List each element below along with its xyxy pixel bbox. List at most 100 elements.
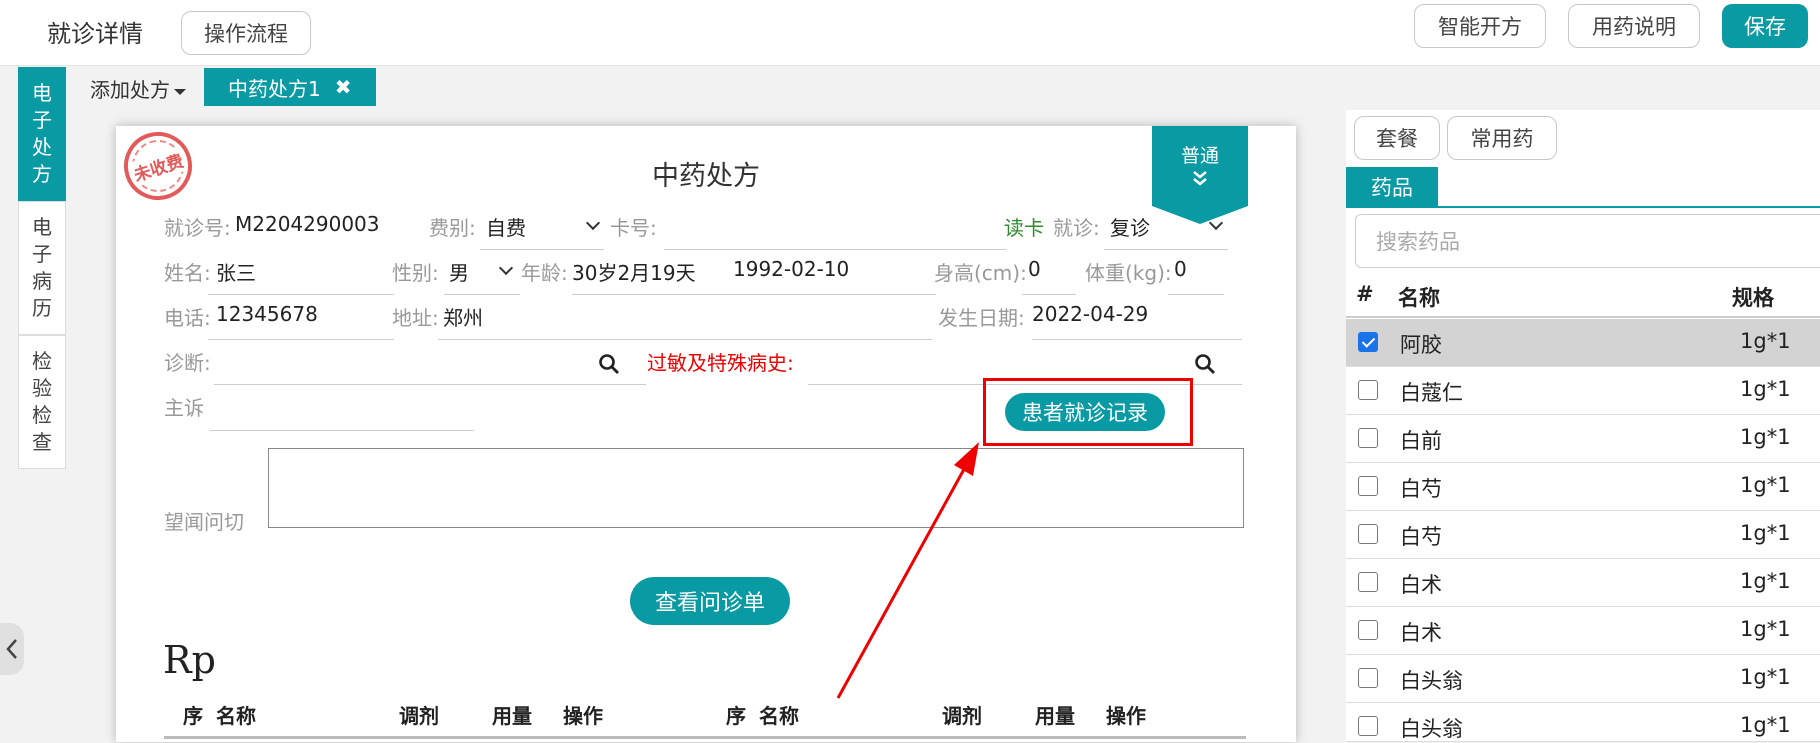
drug-row[interactable]: 白蔻仁 1g*1: [1346, 367, 1820, 415]
chief-complaint-label: 主诉: [164, 396, 204, 420]
visit-no-value: M2204290003: [235, 212, 380, 236]
drug-name: 白芍: [1400, 525, 1442, 549]
save-button[interactable]: 保存: [1722, 4, 1808, 48]
drug-spec: 1g*1: [1740, 329, 1791, 353]
side-tab-char: 子: [32, 108, 52, 132]
col-header-action: 操作: [1106, 704, 1146, 728]
drug-spec: 1g*1: [1740, 425, 1791, 449]
side-tab-e-medical-record[interactable]: 电 子 病 历: [18, 201, 66, 335]
side-tab-char: 检: [32, 349, 52, 373]
drug-row[interactable]: 白术 1g*1: [1346, 559, 1820, 607]
col-header-action: 操作: [563, 704, 603, 728]
onset-date-value[interactable]: 2022-04-29: [1032, 302, 1148, 326]
age-value: 30岁2月19天: [572, 261, 696, 285]
collapse-sidebar-handle[interactable]: [0, 623, 24, 675]
drug-spec: 1g*1: [1740, 473, 1791, 497]
height-value[interactable]: 0: [1028, 257, 1041, 281]
divider: [444, 294, 520, 295]
drug-row[interactable]: 阿胶 1g*1: [1346, 319, 1820, 367]
package-button[interactable]: 套餐: [1354, 116, 1440, 160]
chevron-left-icon: [6, 639, 17, 659]
checkbox[interactable]: [1358, 380, 1378, 400]
col-header-name: 名称: [1398, 286, 1440, 310]
fee-type-select[interactable]: 自费: [486, 212, 526, 241]
col-header-dosage: 用量: [492, 704, 532, 728]
side-tab-e-prescription[interactable]: 电 子 处 方: [18, 67, 66, 201]
drug-row[interactable]: 白头翁 1g*1: [1346, 655, 1820, 703]
gender-select[interactable]: 男: [449, 257, 469, 286]
drug-instructions-button[interactable]: 用药说明: [1568, 4, 1700, 48]
col-header-index: 序: [726, 704, 746, 728]
fee-type-label: 费别:: [429, 216, 476, 240]
side-tabs: 电 子 处 方 电 子 病 历 检 验 检 查: [18, 67, 66, 469]
diagnosis-search-icon[interactable]: [598, 353, 620, 375]
common-drugs-button[interactable]: 常用药: [1447, 116, 1557, 160]
tcm-exam-textarea[interactable]: [268, 448, 1244, 528]
weight-value[interactable]: 0: [1174, 257, 1187, 281]
name-value[interactable]: 张三: [216, 257, 256, 286]
card-no-input[interactable]: [671, 212, 991, 242]
prescription-type-badge[interactable]: 普通: [1152, 126, 1248, 224]
view-inquiry-form-button[interactable]: 查看问诊单: [630, 577, 790, 625]
read-card-link[interactable]: 读卡: [1004, 212, 1044, 241]
drug-search-input[interactable]: 搜索药品: [1355, 214, 1820, 268]
checkbox[interactable]: [1358, 332, 1378, 352]
visit-type-select[interactable]: 复诊: [1110, 212, 1150, 241]
tab-tcm-prescription-1[interactable]: 中药处方1 ✖: [204, 68, 376, 106]
tab-drugs[interactable]: 药品: [1346, 167, 1438, 207]
table-header-divider: [164, 736, 1246, 739]
phone-value[interactable]: 12345678: [216, 302, 318, 326]
address-label: 地址:: [392, 306, 439, 330]
allergy-search-icon[interactable]: [1194, 353, 1216, 375]
col-header-dosage: 用量: [1035, 704, 1075, 728]
add-prescription-dropdown[interactable]: 添加处方: [90, 74, 186, 103]
col-header-index: 序: [183, 704, 203, 728]
age-label: 年龄:: [521, 261, 568, 285]
drug-name: 白前: [1400, 429, 1442, 453]
visit-no-label: 就诊号:: [164, 216, 231, 240]
checkbox[interactable]: [1358, 476, 1378, 496]
col-header-spec: 规格: [1732, 286, 1774, 310]
patient-visit-records-button[interactable]: 患者就诊记录: [1005, 393, 1165, 431]
divider: [438, 339, 932, 340]
side-tab-char: 处: [32, 135, 52, 159]
drug-row[interactable]: 白芍 1g*1: [1346, 511, 1820, 559]
drug-spec: 1g*1: [1740, 713, 1791, 737]
checkbox[interactable]: [1358, 620, 1378, 640]
checkbox[interactable]: [1358, 524, 1378, 544]
address-value[interactable]: 郑州: [443, 302, 483, 331]
divider: [1104, 249, 1228, 250]
drug-row[interactable]: 白芍 1g*1: [1346, 463, 1820, 511]
close-tab-icon[interactable]: ✖: [335, 75, 352, 99]
drug-row[interactable]: 白术 1g*1: [1346, 607, 1820, 655]
operation-flow-button[interactable]: 操作流程: [181, 11, 311, 55]
drug-row[interactable]: 白头翁 1g*1: [1346, 703, 1820, 742]
checkbox[interactable]: [1358, 428, 1378, 448]
side-tab-char: 历: [32, 296, 52, 320]
drug-row[interactable]: 白前 1g*1: [1346, 415, 1820, 463]
prescription-title: 中药处方: [652, 161, 760, 192]
col-header-dispense: 调剂: [399, 704, 439, 728]
divider: [1168, 294, 1224, 295]
height-label: 身高(cm):: [934, 261, 1027, 285]
gender-label: 性别:: [392, 261, 439, 285]
col-header-name: 名称: [216, 704, 256, 728]
divider: [208, 294, 394, 295]
divider: [1346, 206, 1820, 208]
checkbox[interactable]: [1358, 668, 1378, 688]
visit-type-label: 就诊:: [1053, 216, 1100, 240]
divider: [480, 249, 604, 250]
drug-spec: 1g*1: [1740, 665, 1791, 689]
drug-name: 白头翁: [1400, 669, 1463, 693]
checkbox[interactable]: [1358, 716, 1378, 736]
prescription-paper: 未收费 中药处方 普通 就诊号: M2204290003 费别: 自费 卡号: …: [115, 123, 1296, 742]
side-tab-lab-exam[interactable]: 检 验 检 查: [18, 335, 66, 469]
drug-name: 白术: [1400, 573, 1442, 597]
chevron-down-icon: [498, 260, 514, 276]
smart-prescribe-button[interactable]: 智能开方: [1414, 4, 1546, 48]
birth-date-value[interactable]: 1992-02-10: [733, 257, 849, 281]
drug-name: 白术: [1400, 621, 1442, 645]
checkbox[interactable]: [1358, 572, 1378, 592]
side-tab-char: 查: [32, 430, 52, 454]
drug-name: 白头翁: [1400, 717, 1463, 741]
